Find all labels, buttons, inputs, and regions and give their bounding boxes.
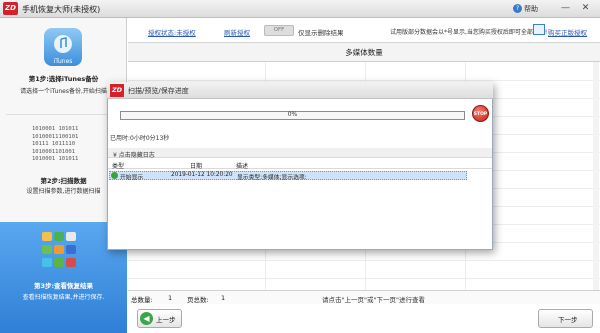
total-count-label: 总数量: xyxy=(131,296,153,304)
step3-desc: 查看扫描恢复结果,并进行保存. xyxy=(22,294,105,301)
grid-line xyxy=(128,278,600,279)
photos-icon xyxy=(54,245,64,254)
refresh-auth-link[interactable]: 刷新授权 xyxy=(224,27,250,37)
binary-line: 10111 1011110 xyxy=(32,141,76,147)
window-title: 手机恢复大师(未授权) xyxy=(22,5,101,14)
total-count-value: 1 xyxy=(168,294,173,302)
close-button[interactable]: ✕ xyxy=(580,3,591,14)
music-icon xyxy=(66,258,76,267)
step3-title: 第3步:查看恢复结果 xyxy=(33,282,94,290)
cart-icon[interactable] xyxy=(533,24,545,35)
qq-icon xyxy=(42,258,52,267)
auth-status-link[interactable]: 授权状态:未授权 xyxy=(148,27,196,37)
grid-line xyxy=(128,260,600,261)
stop-button[interactable]: STOP xyxy=(472,105,489,122)
only-deleted-label: 仅显示删除结果 xyxy=(298,29,344,37)
elapsed-time: 已用时:0小时0分13秒 xyxy=(110,135,170,142)
dialog-logo: ZD xyxy=(110,84,124,97)
messages-icon xyxy=(54,232,64,241)
row-desc: 显示类型:多媒体;显示选项: xyxy=(237,175,307,181)
binary-graphic: 1010001 101011 10100011100101 10111 1011… xyxy=(32,126,102,164)
buy-license-link[interactable]: 购买正版授权 xyxy=(548,27,587,37)
col-type[interactable]: 类型 xyxy=(112,161,124,170)
wechat-icon xyxy=(54,258,64,267)
calendar-icon xyxy=(66,245,76,254)
binary-line: 1010001101001 xyxy=(32,148,76,155)
watermark xyxy=(527,290,589,318)
only-deleted-toggle[interactable]: OFF xyxy=(264,25,294,36)
help-button[interactable]: 帮助 xyxy=(524,4,538,14)
binary-line: 1010001 101011 xyxy=(32,156,79,162)
page-count-value: 1 xyxy=(221,294,226,302)
row-type: 开始显示 xyxy=(120,175,144,181)
log-toggle-bar[interactable] xyxy=(108,148,492,158)
contacts-icon xyxy=(42,232,52,241)
trial-note: 试用版部分数据会以*号显示,当您购买授权后即可全部显示! xyxy=(390,29,548,36)
log-column-header xyxy=(108,159,492,169)
phone-icon xyxy=(42,245,52,254)
minimize-button[interactable]: — xyxy=(560,3,571,14)
binary-line: 1010001 101011 xyxy=(32,126,79,132)
hide-log-label: 点击隐藏日志 xyxy=(118,152,155,159)
table-header-label: 多媒体数量 xyxy=(345,48,383,57)
binary-line: 10100011100101 xyxy=(32,133,79,140)
col-date[interactable]: 日期 xyxy=(190,161,202,170)
success-icon xyxy=(111,172,118,179)
scrollbar[interactable] xyxy=(593,62,599,290)
notes-icon xyxy=(66,232,76,241)
progress-text: 0% xyxy=(287,111,298,118)
page-hint: 请点击"上一页"或"下一页"进行查看 xyxy=(322,296,425,304)
dialog-title: 扫描/预览/保存进度 xyxy=(128,87,189,95)
back-arrow-icon: ◀ xyxy=(140,312,153,325)
itunes-label: iTunes xyxy=(53,58,73,65)
row-date: 2019-01-12 10:20:20 xyxy=(171,172,233,178)
app-icons-grid xyxy=(42,232,86,270)
grid-line xyxy=(128,80,600,81)
app-logo: ZD xyxy=(3,2,18,15)
divider xyxy=(6,114,121,115)
hide-log-toggle[interactable]: ¥ 点击隐藏日志 xyxy=(113,150,155,159)
help-icon[interactable]: ? xyxy=(513,4,522,13)
prev-step-label: 上一步 xyxy=(156,316,176,324)
page-count-label: 页总数: xyxy=(187,296,209,304)
col-desc[interactable]: 描述 xyxy=(236,161,248,170)
